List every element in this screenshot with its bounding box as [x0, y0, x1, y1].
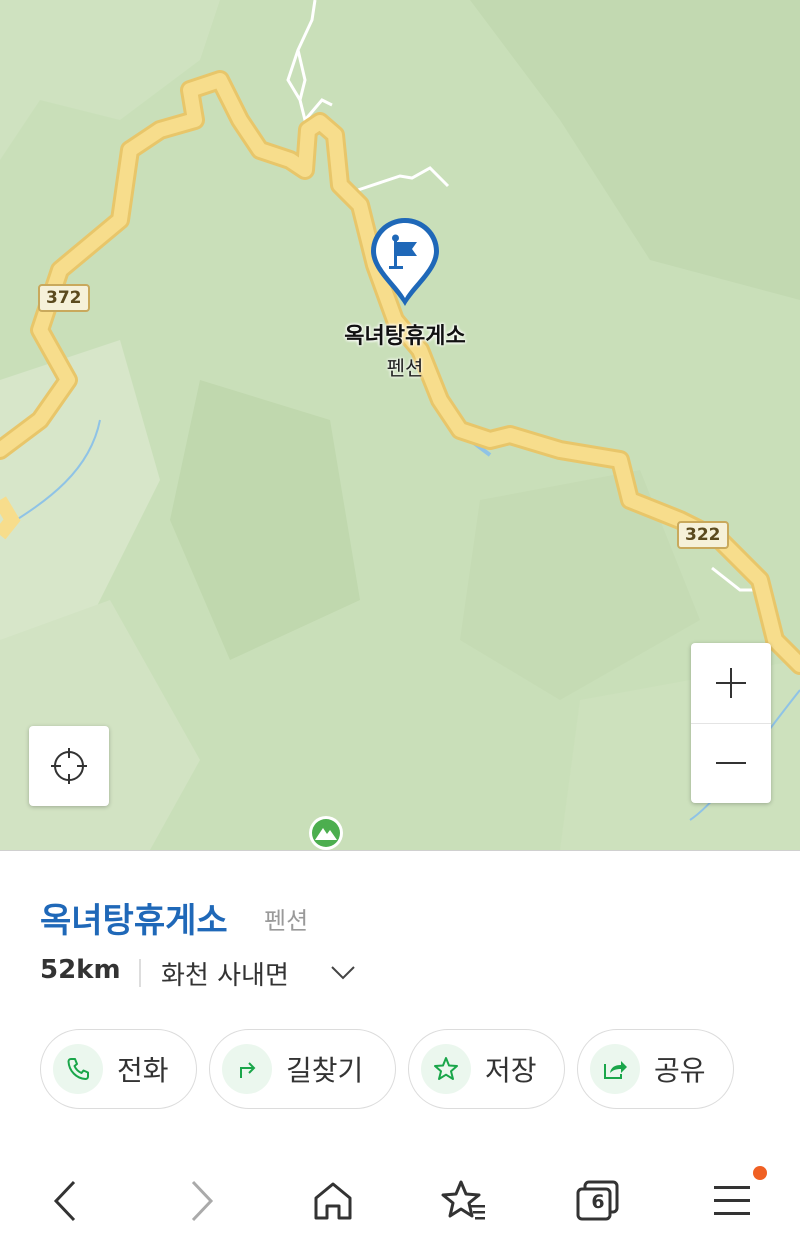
directions-button[interactable]: 길찾기	[209, 1029, 396, 1109]
flag-pin-icon[interactable]	[369, 216, 441, 308]
place-info-sheet: 옥녀탕휴게소 펜션 52km 화천 사내면 전화 길찾기 저장 공유	[0, 850, 800, 1149]
info-separator	[139, 959, 141, 987]
back-button[interactable]	[35, 1176, 95, 1226]
call-label: 전화	[117, 1054, 169, 1087]
bookmarks-icon	[441, 1180, 485, 1220]
directions-icon	[240, 1062, 256, 1078]
chevron-down-icon[interactable]	[330, 961, 356, 985]
route-shield-372: 372	[38, 284, 90, 312]
place-category: 펜션	[264, 907, 309, 935]
share-button[interactable]: 공유	[577, 1029, 734, 1109]
zoom-in-button[interactable]	[691, 643, 771, 724]
minus-icon	[716, 762, 746, 764]
map-place-label[interactable]: 옥녀탕휴게소	[320, 318, 490, 350]
directions-label: 길찾기	[286, 1054, 364, 1087]
mountain-icon[interactable]	[308, 815, 344, 850]
zoom-controls	[691, 643, 771, 803]
share-icon	[604, 1061, 627, 1079]
forward-button[interactable]	[172, 1176, 232, 1226]
phone-icon	[67, 1058, 89, 1080]
place-distance: 52km	[40, 955, 121, 985]
place-region[interactable]: 화천 사내면	[161, 955, 289, 992]
share-label: 공유	[654, 1054, 706, 1087]
home-icon	[314, 1182, 352, 1220]
crosshair-icon	[51, 748, 87, 784]
tabs-count: 6	[591, 1191, 605, 1213]
bookmarks-button[interactable]	[435, 1176, 495, 1226]
star-icon	[434, 1057, 458, 1080]
plus-icon	[716, 668, 746, 698]
route-shield-322: 322	[677, 521, 729, 549]
save-button[interactable]: 저장	[408, 1029, 565, 1109]
map-place-category: 펜션	[386, 356, 424, 380]
forward-icon	[191, 1180, 214, 1222]
notification-dot	[753, 1166, 767, 1180]
home-button[interactable]	[303, 1176, 363, 1226]
menu-button[interactable]	[702, 1176, 762, 1226]
browser-bottom-bar: 6	[0, 1148, 800, 1253]
save-label: 저장	[485, 1054, 537, 1087]
tabs-button[interactable]: 6	[568, 1176, 628, 1226]
my-location-button[interactable]	[29, 726, 109, 806]
call-button[interactable]: 전화	[40, 1029, 197, 1109]
map-terrain	[0, 0, 800, 850]
zoom-out-button[interactable]	[691, 723, 771, 803]
map-view[interactable]: 372 322 옥녀탕휴게소 펜션	[0, 0, 800, 850]
back-icon	[53, 1180, 76, 1222]
place-title[interactable]: 옥녀탕휴게소	[40, 893, 228, 942]
menu-icon	[714, 1186, 750, 1215]
